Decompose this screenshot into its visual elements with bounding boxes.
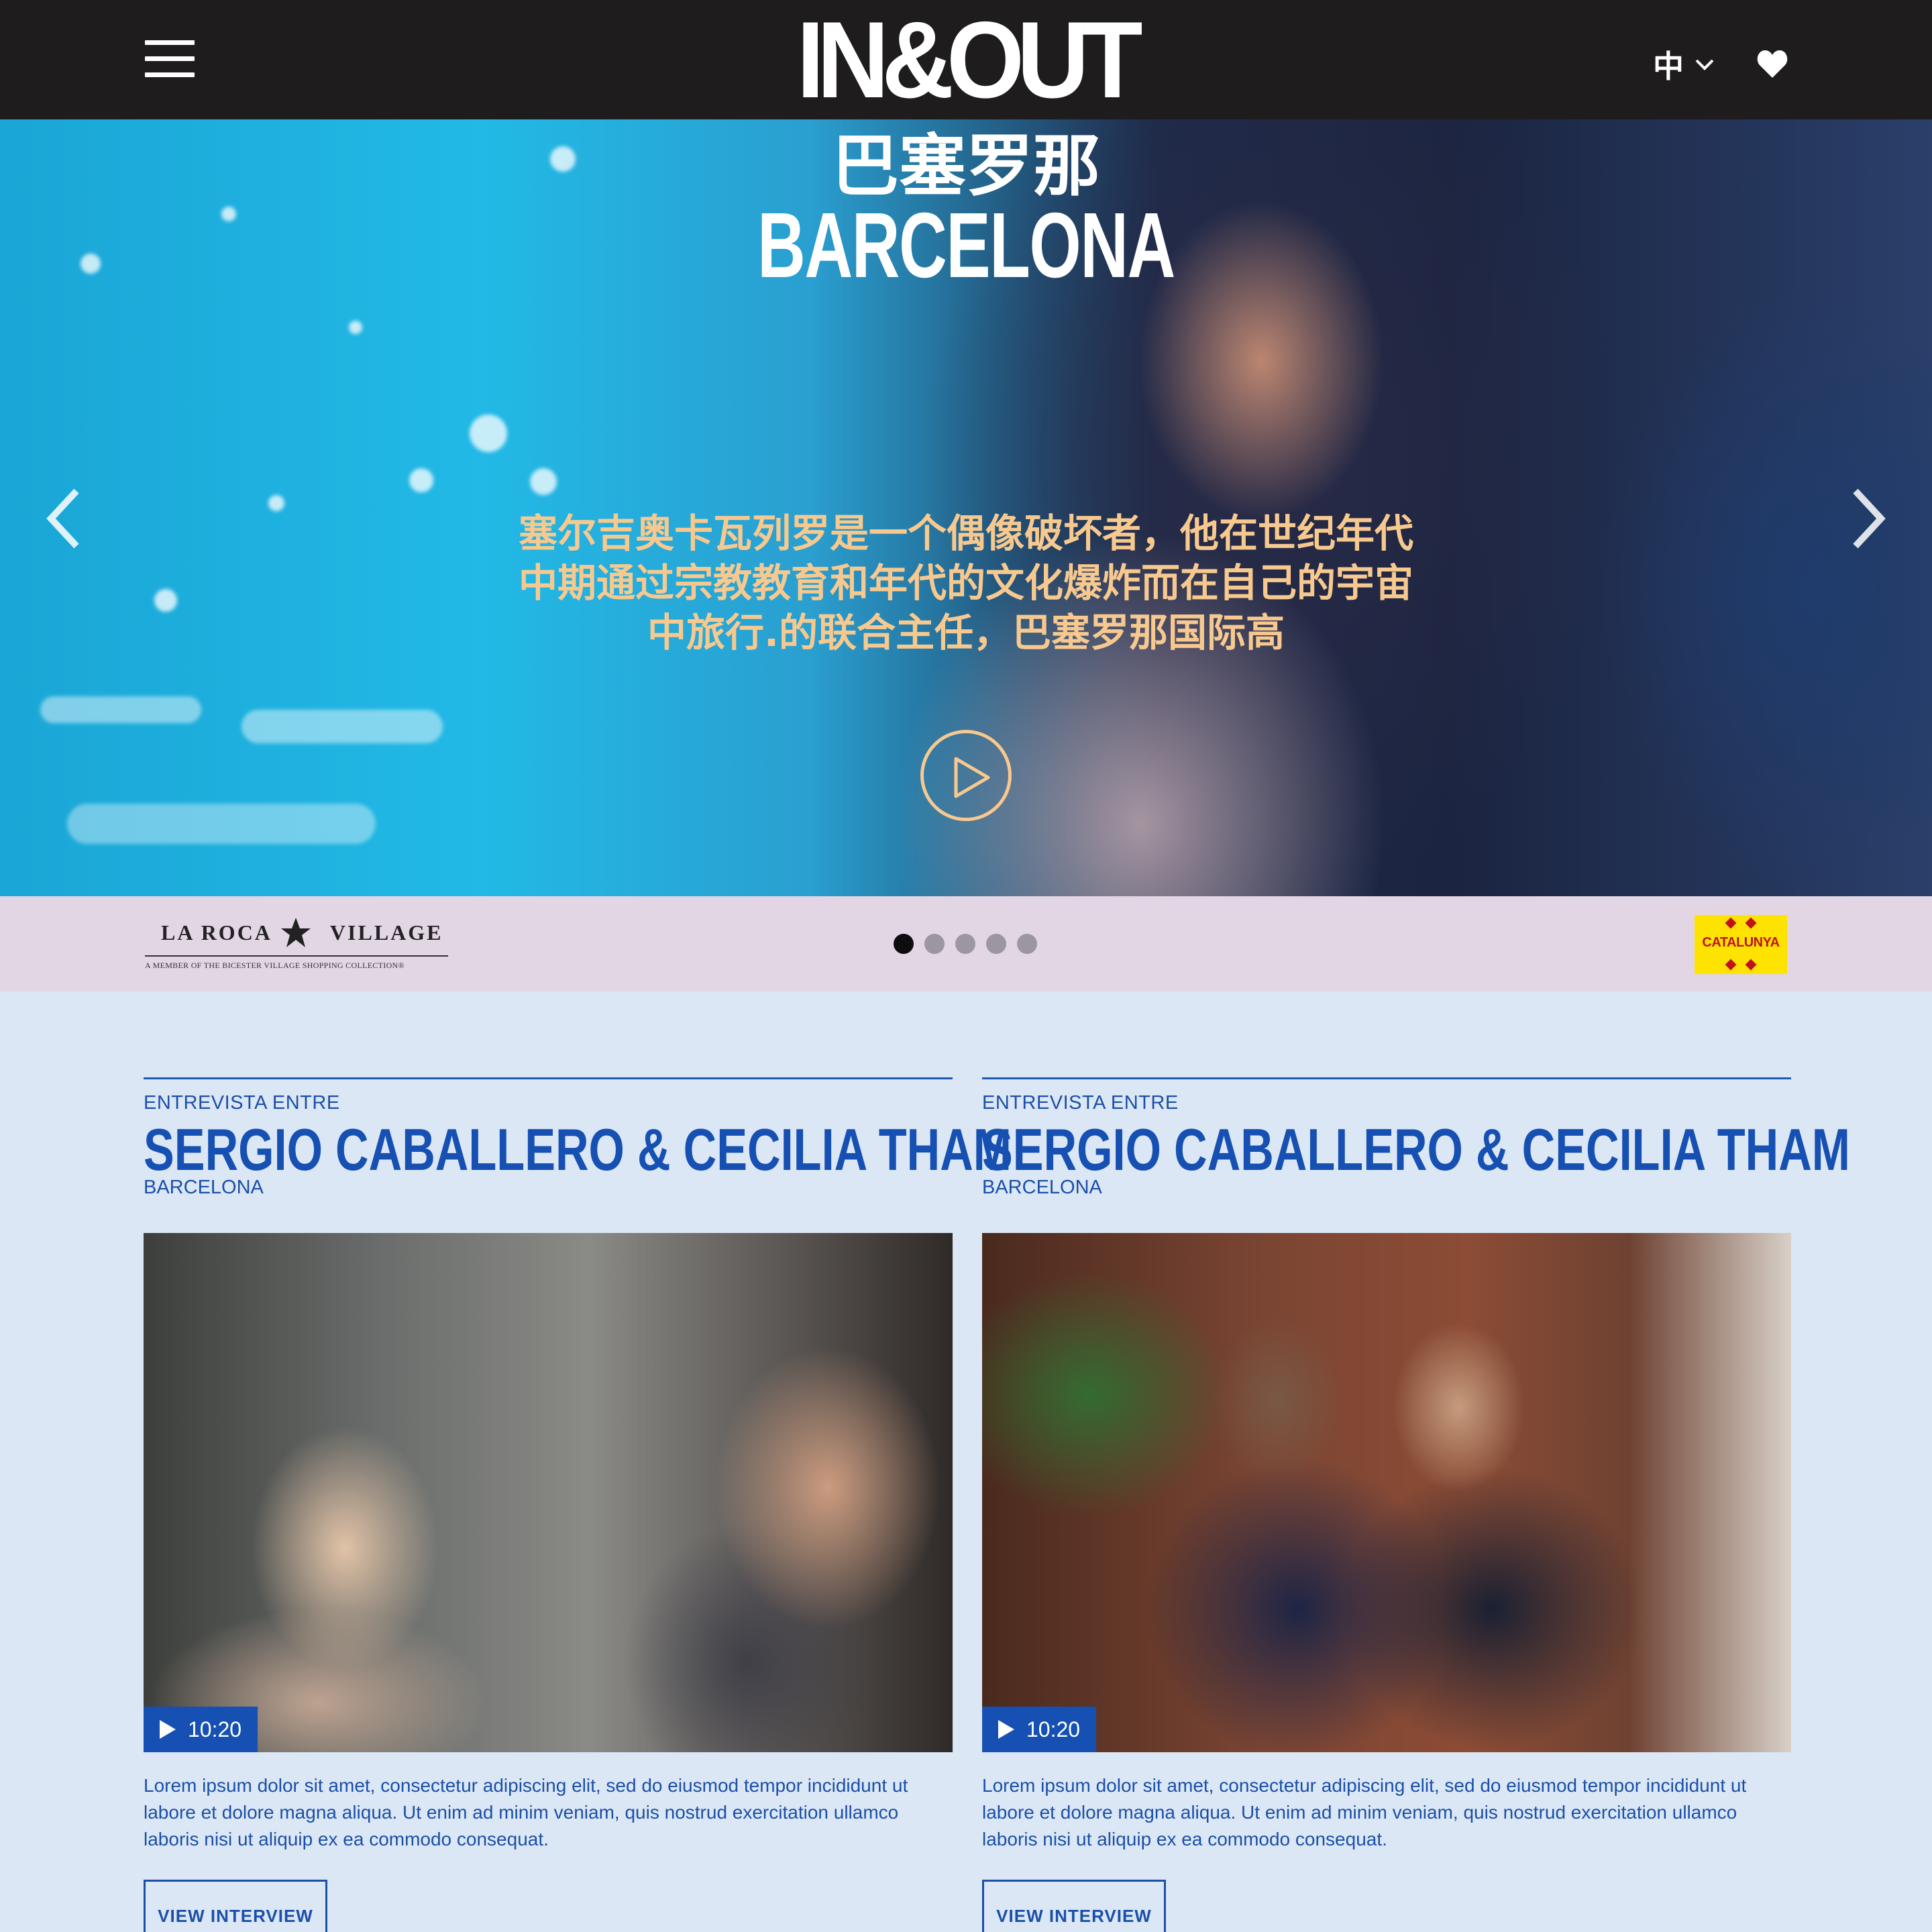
hero-description: 塞尔吉奥卡瓦列罗是一个偶像破坏者，他在世纪年代 中期通过宗教教育和年代的文化爆炸… [470,508,1462,657]
heart-icon[interactable] [1756,48,1788,79]
hero-carousel: 巴塞罗那 BARCELONA 塞尔吉奥卡瓦列罗是一个偶像破坏者，他在世纪年代 中… [0,119,1932,896]
carousel-pagination [894,934,1037,954]
carousel-dot-4[interactable] [986,934,1006,954]
hero-title-english: BARCELONA [757,194,1175,297]
la-roca-emblem-icon [281,918,311,947]
card-title[interactable]: SERGIO CABALLERO & CECILIA THAM [982,1116,1850,1183]
language-selector[interactable]: 中 [1653,44,1715,85]
la-roca-logo-word: LA ROCA [161,920,272,945]
hamburger-menu-icon[interactable] [145,40,195,78]
bokeh-light [530,468,557,495]
video-duration: 10:20 [188,1717,242,1741]
carousel-dot-1[interactable] [894,934,914,954]
card-description: Lorem ipsum dolor sit amet, consectetur … [144,1775,908,1849]
bokeh-light [67,804,376,844]
bokeh-light [268,495,284,511]
card-description: Lorem ipsum dolor sit amet, consectetur … [982,1775,1747,1849]
chevron-right-icon[interactable] [1843,482,1890,555]
view-interview-button[interactable]: VIEW INTERVIEW [144,1880,327,1932]
view-interview-button[interactable]: VIEW INTERVIEW [982,1880,1166,1932]
card-photo[interactable]: 10:20 [982,1233,1791,1752]
video-duration-badge[interactable]: 10:20 [144,1707,258,1752]
play-triangle-icon [954,757,990,798]
carousel-dot-2[interactable] [924,934,945,954]
language-label: 中 [1653,49,1684,84]
logo-underline [145,955,448,957]
card-divider [982,1077,1791,1079]
village-logo-word: VILLAGE [329,920,443,945]
play-icon [160,1720,176,1739]
play-circle-icon[interactable] [920,730,1012,821]
card-eyebrow: ENTREVISTA ENTRE [982,1092,1179,1114]
hero-text-line: 中期通过宗教教育和年代的文化爆炸而在自己的宇宙 [518,560,1413,606]
card-city: BARCELONA [144,1177,264,1198]
top-navigation-bar: IN&OUT 中 [0,0,1932,119]
carousel-dot-5[interactable] [1017,934,1037,954]
hero-text-line: 中旅行.的联合主任，巴塞罗那国际高 [647,610,1285,655]
bokeh-light [221,207,236,221]
la-roca-village-logo[interactable]: LA ROCA VILLAGE A MEMBER OF THE BICESTER … [145,916,448,973]
brand-logo[interactable]: IN&OUT [787,6,1145,115]
card-photo[interactable]: 10:20 [144,1233,953,1752]
partner-strip: LA ROCA VILLAGE A MEMBER OF THE BICESTER … [0,896,1932,991]
card-title[interactable]: SERGIO CABALLERO & CECILIA THAM [144,1116,1012,1183]
video-duration: 10:20 [1026,1717,1081,1741]
chevron-down-icon [1695,59,1714,70]
bokeh-light [470,415,507,452]
catalunya-logo-text: CATALUNYA [1702,935,1780,950]
card-eyebrow: ENTREVISTA ENTRE [144,1092,340,1114]
video-duration-badge[interactable]: 10:20 [982,1707,1096,1752]
card-divider [144,1077,953,1079]
bokeh-light [80,254,101,274]
carousel-dot-3[interactable] [955,934,975,954]
catalunya-logo[interactable]: CATALUNYA [1695,915,1787,974]
hero-text-line: 塞尔吉奥卡瓦列罗是一个偶像破坏者，他在世纪年代 [518,511,1413,556]
chevron-left-icon[interactable] [42,482,89,555]
card-city: BARCELONA [982,1177,1102,1198]
bokeh-light [409,468,433,492]
play-icon [998,1720,1014,1739]
bokeh-light [241,710,443,743]
bokeh-light [154,589,177,612]
bokeh-light [40,696,201,723]
la-roca-tagline: A MEMBER OF THE BICESTER VILLAGE SHOPPIN… [145,961,405,970]
bokeh-light [349,321,362,334]
